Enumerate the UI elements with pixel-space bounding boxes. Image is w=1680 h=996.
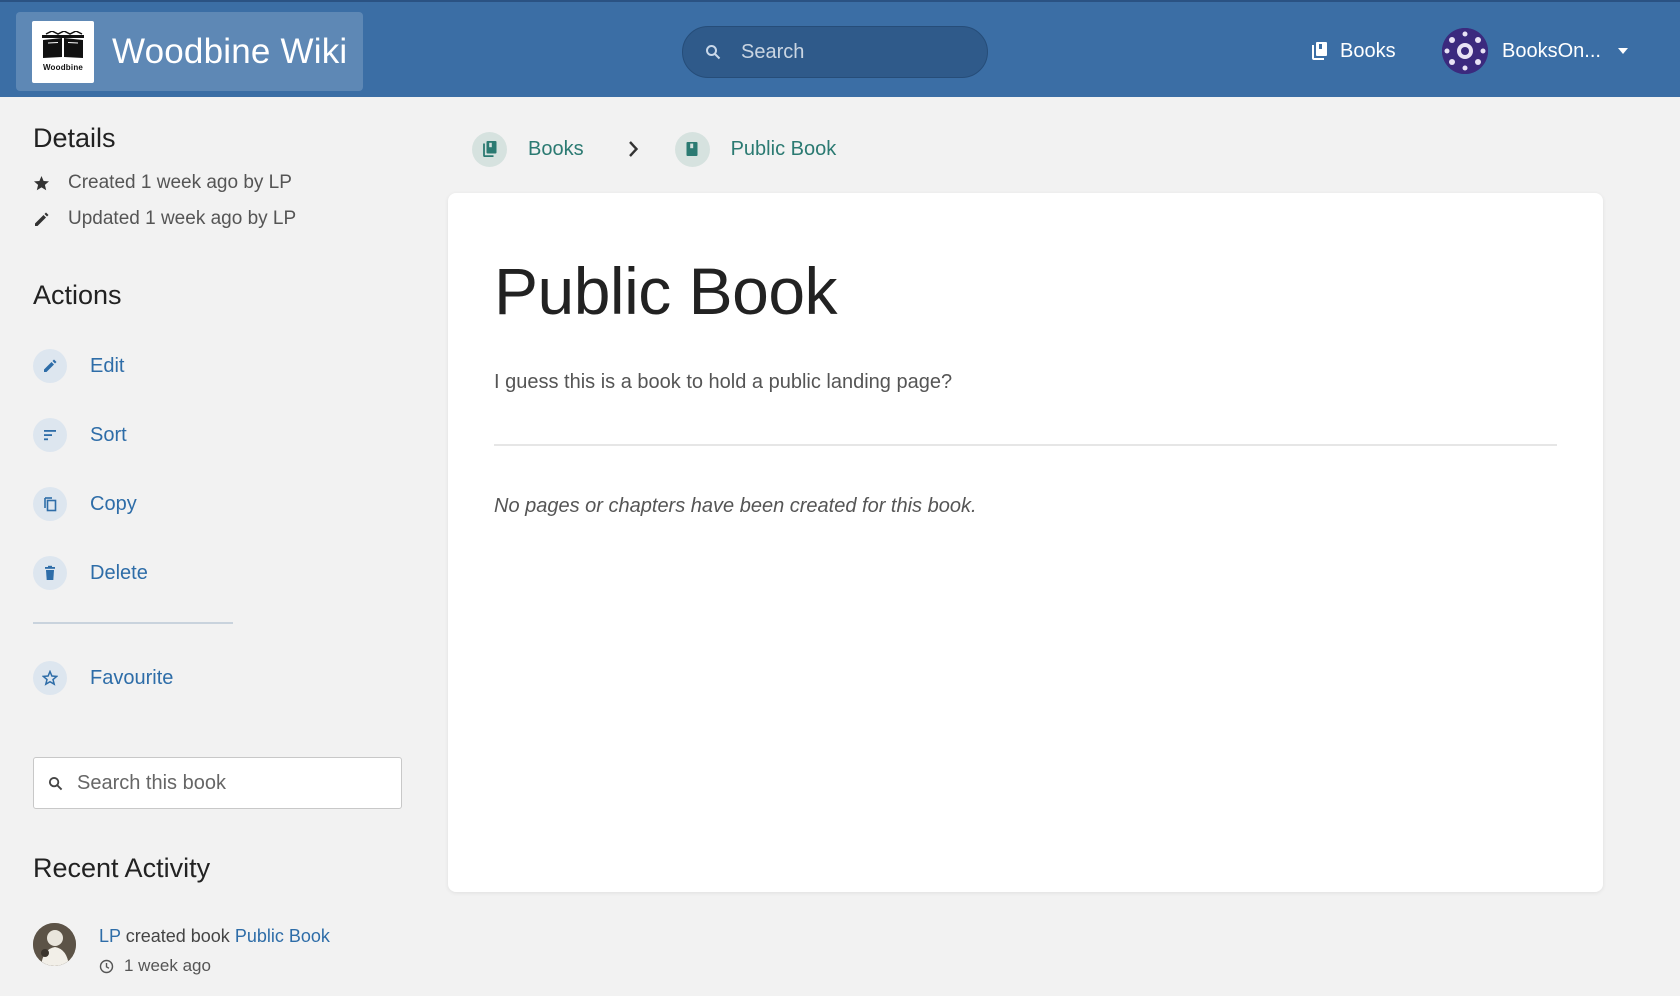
favourite-action[interactable]: Favourite (33, 661, 173, 695)
sort-icon (44, 430, 56, 441)
breadcrumb-book-icon-circle (674, 131, 710, 167)
book-search[interactable] (33, 757, 402, 809)
copy-icon (44, 497, 57, 512)
favourite-icon-circle (33, 661, 67, 695)
books-icon (482, 141, 496, 157)
copy-label: Copy (90, 492, 137, 515)
created-text: Created 1 week ago by LP (68, 172, 292, 193)
breadcrumb-public-book-label: Public Book (730, 137, 837, 160)
favourite-label: Favourite (90, 666, 174, 689)
breadcrumb-public-book[interactable]: Public Book (674, 131, 837, 167)
logo-text: Woodbine (42, 63, 84, 72)
recent-activity-heading: Recent Activity (33, 853, 211, 883)
breadcrumb: Books Public Book (472, 131, 836, 167)
global-search-input[interactable] (741, 40, 971, 64)
global-search[interactable] (682, 26, 988, 78)
star-icon (34, 175, 49, 190)
delete-label: Delete (90, 561, 148, 584)
sort-action[interactable]: Sort (33, 418, 127, 452)
empty-book-message: No pages or chapters have been created f… (494, 495, 977, 517)
book-search-input[interactable] (77, 771, 377, 795)
site-logo: Woodbine (32, 20, 94, 83)
book-title: Public Book (494, 254, 838, 328)
activity-target-link[interactable]: Public Book (235, 926, 330, 946)
activity-user-link[interactable]: LP (99, 926, 121, 946)
sort-icon-circle (33, 418, 67, 452)
edit-action[interactable]: Edit (33, 349, 124, 383)
user-menu-toggle[interactable]: BooksOn... (1442, 28, 1629, 74)
copy-action[interactable]: Copy (33, 487, 137, 521)
created-meta: Created 1 week ago by LP (33, 172, 292, 194)
user-avatar-pattern-icon (1442, 28, 1488, 74)
delete-action[interactable]: Delete (33, 556, 148, 590)
activity-time-text: 1 week ago (124, 956, 211, 975)
nav-books-label: Books (1340, 39, 1396, 62)
breadcrumb-books[interactable]: Books (472, 131, 584, 167)
breadcrumb-books-label: Books (528, 137, 584, 160)
edit-label: Edit (90, 354, 125, 377)
search-icon (706, 45, 721, 60)
copy-icon-circle (33, 487, 67, 521)
actions-divider (33, 622, 233, 624)
user-name: BooksOn... (1502, 39, 1601, 62)
activity-user-avatar[interactable] (33, 923, 76, 966)
edit-icon-circle (33, 349, 67, 383)
app-header: Woodbine Woodbine Wiki Books (0, 0, 1680, 97)
books-icon (1312, 42, 1327, 60)
activity-verb: created book (125, 926, 230, 946)
activity-time: 1 week ago (99, 956, 211, 976)
site-name: Woodbine Wiki (112, 31, 348, 71)
delete-icon-circle (33, 556, 67, 590)
book-logo-icon (42, 31, 84, 58)
site-brand-link[interactable]: Woodbine Woodbine Wiki (16, 12, 363, 91)
book-icon (686, 142, 698, 156)
book-content-card: Public Book I guess this is a book to ho… (448, 193, 1603, 892)
search-icon (48, 776, 63, 790)
actions-heading: Actions (33, 280, 122, 310)
user-avatar (1442, 28, 1488, 74)
nav-books-link[interactable]: Books (1312, 36, 1396, 66)
details-heading: Details (33, 123, 116, 153)
clock-icon (99, 959, 114, 973)
avatar-photo-icon (33, 923, 76, 966)
sort-label: Sort (90, 423, 127, 446)
activity-entry: LP created book Public Book (99, 926, 330, 947)
updated-meta: Updated 1 week ago by LP (33, 208, 296, 230)
trash-icon (45, 565, 55, 580)
book-description: I guess this is a book to hold a public … (494, 371, 953, 393)
updated-text: Updated 1 week ago by LP (68, 208, 297, 229)
pencil-icon (44, 359, 57, 372)
chevron-right-icon (628, 141, 638, 157)
breadcrumb-books-icon-circle (472, 131, 507, 167)
caret-down-icon (1617, 48, 1628, 54)
star-outline-icon (42, 670, 58, 686)
content-divider (494, 444, 1557, 446)
pencil-icon (35, 212, 49, 226)
